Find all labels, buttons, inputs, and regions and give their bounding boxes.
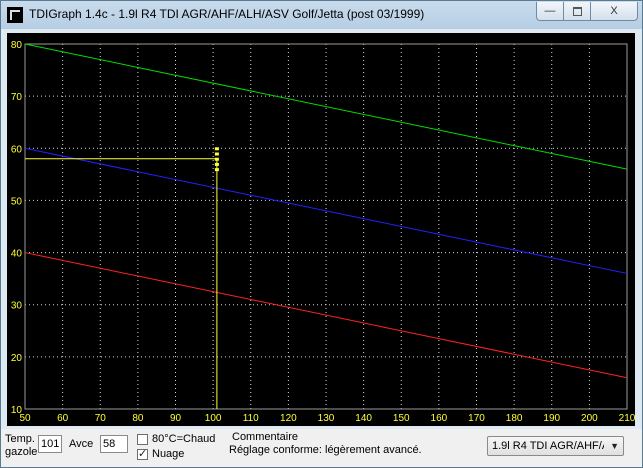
marker-dot: [214, 147, 219, 151]
minimize-button[interactable]: —: [536, 2, 564, 21]
x-tick-label: 80: [132, 413, 144, 424]
controls-bar: Temp. gazole Avce 80°C=Chaud Nuage Comme…: [1, 429, 642, 467]
avce-input[interactable]: [100, 435, 128, 453]
nuage-checkbox[interactable]: [137, 447, 148, 460]
temp-label-2: gazole: [5, 446, 38, 458]
marker-dot: [214, 152, 219, 156]
marker-dot: [214, 157, 219, 161]
app-window: TDIGraph 1.4c - 1.9l R4 TDI AGR/AHF/ALH/…: [0, 0, 643, 468]
engine-select-value: 1.9l R4 TDI AGR/AHF/ALH/ASV Golf/Jetta (…: [492, 440, 604, 452]
close-icon: X: [610, 5, 618, 17]
chart-panel: 50 60 70 80 90 100 110 120 130 140 150 160 170 180 190…: [7, 33, 635, 426]
y-tick-label: 60: [11, 144, 23, 155]
chart-marker: [25, 147, 219, 409]
temp-label: Temp.: [5, 433, 35, 445]
marker-dot: [214, 162, 219, 166]
x-tick-label: 130: [318, 413, 335, 424]
app-icon: [7, 7, 23, 23]
marker-dot: [214, 168, 219, 172]
x-tick-label: 200: [581, 413, 598, 424]
x-tick-label: 90: [170, 413, 182, 424]
x-tick-label: 210: [619, 413, 635, 424]
y-tick-label: 10: [11, 405, 23, 416]
x-tick-label: 110: [243, 413, 259, 424]
y-tick-label: 50: [11, 196, 23, 207]
y-tick-label: 80: [11, 40, 23, 51]
x-tick-label: 120: [280, 413, 297, 424]
nuage-label: Nuage: [152, 448, 185, 460]
chart-series: [24, 43, 628, 379]
chaud-label: 80°C=Chaud: [152, 433, 216, 445]
x-tick-label: 190: [543, 413, 560, 424]
y-tick-label: 70: [11, 92, 23, 103]
series-line: [24, 252, 628, 379]
title-bar[interactable]: TDIGraph 1.4c - 1.9l R4 TDI AGR/AHF/ALH/…: [1, 1, 642, 29]
x-tick-label: 140: [355, 413, 372, 424]
close-button[interactable]: X: [590, 2, 638, 21]
chevron-down-icon: ▼: [610, 441, 619, 451]
x-tick-label: 170: [468, 413, 485, 424]
line-chart: 50 60 70 80 90 100 110 120 130 140 150 160 170 180 190…: [11, 40, 635, 424]
minimize-icon: —: [544, 5, 556, 17]
engine-select[interactable]: 1.9l R4 TDI AGR/AHF/ALH/ASV Golf/Jetta (…: [487, 436, 624, 456]
maximize-icon: [572, 7, 582, 16]
y-tick-label: 20: [11, 353, 23, 364]
series-line: [24, 147, 628, 274]
plot-frame: [24, 43, 628, 410]
comment-text: Réglage conforme: légèrement avancé.: [229, 444, 422, 456]
x-tick-label: 60: [57, 413, 69, 424]
comment-heading: Commentaire: [232, 431, 299, 443]
chaud-checkbox[interactable]: [137, 434, 148, 445]
chart-grid: [24, 43, 628, 410]
series-line: [24, 43, 628, 170]
chart-ticks: 50 60 70 80 90 100 110 120 130 140 150 160 170 180 190…: [11, 40, 635, 424]
window-title: TDIGraph 1.4c - 1.9l R4 TDI AGR/AHF/ALH/…: [29, 7, 425, 21]
x-tick-label: 70: [95, 413, 107, 424]
y-tick-label: 30: [11, 301, 23, 312]
maximize-button[interactable]: [563, 2, 591, 21]
x-tick-label: 100: [205, 413, 222, 424]
x-tick-label: 150: [393, 413, 410, 424]
temp-input[interactable]: [38, 435, 62, 453]
x-tick-label: 180: [506, 413, 523, 424]
avce-label: Avce: [69, 438, 94, 450]
y-tick-label: 40: [11, 249, 23, 260]
x-tick-label: 160: [431, 413, 448, 424]
